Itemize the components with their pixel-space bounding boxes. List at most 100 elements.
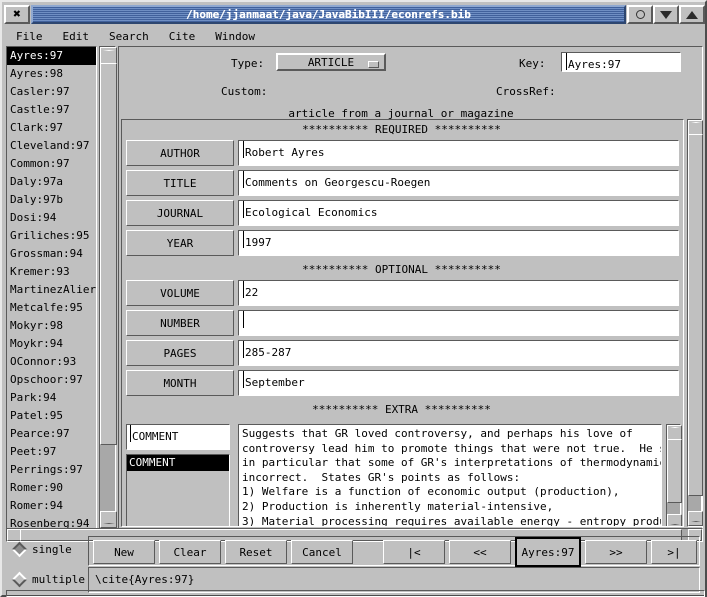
title-strip[interactable]: /home/jjanmaat/java/JavaBibIII/econrefs.… — [31, 5, 626, 24]
menu-edit[interactable]: Edit — [53, 29, 100, 44]
menu-search[interactable]: Search — [99, 29, 159, 44]
field-label-month[interactable]: MONTH — [126, 370, 234, 396]
hscroll-left-button[interactable] — [7, 529, 21, 541]
entry-list-item[interactable]: Romer:94 — [7, 497, 96, 515]
entry-list-scrollbar[interactable] — [99, 46, 116, 529]
field-input-author[interactable]: Robert Ayres — [238, 140, 679, 166]
entry-list-scroll-up-button[interactable] — [100, 47, 117, 64]
entry-list-item[interactable]: Cleveland:97 — [7, 137, 96, 155]
form-scrollbar[interactable] — [687, 119, 702, 527]
mode-radio-single[interactable]: single — [14, 543, 72, 556]
window-minimize-button[interactable] — [653, 5, 679, 24]
field-label-journal[interactable]: JOURNAL — [126, 200, 234, 226]
extra-field-name-input[interactable]: COMMENT — [126, 424, 230, 450]
extra-text-scroll-up-button[interactable] — [667, 425, 682, 440]
entry-list-item[interactable]: Peet:97 — [7, 443, 96, 461]
field-input-title[interactable]: Comments on Georgescu-Roegen — [238, 170, 679, 196]
option-indicator-icon — [368, 61, 379, 68]
entry-list-item[interactable]: Daly:97b — [7, 191, 96, 209]
clear-button[interactable]: Clear — [159, 540, 221, 564]
entry-list-item[interactable]: Griliches:95 — [7, 227, 96, 245]
field-input-month[interactable]: September — [238, 370, 679, 396]
entry-list-item[interactable]: Moykr:94 — [7, 335, 96, 353]
entry-list-item[interactable]: Ayres:97 — [7, 47, 96, 65]
extra-field-list[interactable]: COMMENT — [126, 454, 230, 527]
entry-form-pane: Type: ARTICLE Key: Ayres:97 Custom: Cros… — [118, 46, 703, 529]
extra-text-scrollbar[interactable] — [666, 424, 681, 527]
text-caret — [243, 341, 244, 358]
entry-header: Type: ARTICLE Key: Ayres:97 Custom: Cros… — [121, 49, 681, 117]
triangle-down-icon — [103, 514, 115, 524]
field-label-number[interactable]: NUMBER — [126, 310, 234, 336]
optional-section-header: ********** OPTIONAL ********** — [122, 260, 681, 280]
field-row-year: YEAR 1997 — [122, 230, 681, 258]
field-label-year[interactable]: YEAR — [126, 230, 234, 256]
extra-field-name-value: COMMENT — [132, 430, 178, 443]
nav-current-entry-button[interactable]: Ayres:97 — [515, 537, 581, 567]
entry-list-item[interactable]: Kremer:93 — [7, 263, 96, 281]
extra-field-text-area[interactable]: Suggests that GR loved controversy, and … — [238, 424, 662, 527]
field-row-journal: JOURNAL Ecological Economics — [122, 200, 681, 228]
field-label-pages[interactable]: PAGES — [126, 340, 234, 366]
field-input-pages[interactable]: 285-287 — [238, 340, 679, 366]
form-scroll-down-button[interactable] — [688, 511, 703, 526]
text-caret — [243, 171, 244, 188]
field-label-volume[interactable]: VOLUME — [126, 280, 234, 306]
field-label-title[interactable]: TITLE — [126, 170, 234, 196]
entry-list-item[interactable]: Casler:97 — [7, 83, 96, 101]
window-maximize-button[interactable] — [679, 5, 705, 24]
extra-section-header: ********** EXTRA ********** — [122, 400, 681, 420]
field-input-year[interactable]: 1997 — [238, 230, 679, 256]
menu-file[interactable]: File — [6, 29, 53, 44]
field-input-volume[interactable]: 22 — [238, 280, 679, 306]
entry-list-item[interactable]: Rosenberg:94 — [7, 515, 96, 529]
entry-list-item[interactable]: Clark:97 — [7, 119, 96, 137]
menu-window[interactable]: Window — [205, 29, 265, 44]
window-close-button[interactable]: ✖ — [4, 5, 30, 24]
field-input-number[interactable] — [238, 310, 679, 336]
extra-field-list-item[interactable]: COMMENT — [127, 455, 229, 471]
key-input[interactable]: Ayres:97 — [561, 52, 681, 72]
form-scroll-thumb[interactable] — [688, 134, 703, 496]
extra-text-scroll-thumb[interactable] — [667, 439, 682, 503]
cancel-button[interactable]: Cancel — [291, 540, 353, 564]
entry-list-item[interactable]: OConnor:93 — [7, 353, 96, 371]
mode-radio-multiple[interactable]: multiple — [14, 573, 85, 586]
entry-list-item[interactable]: Castle:97 — [7, 101, 96, 119]
entry-list-item[interactable]: Patel:95 — [7, 407, 96, 425]
entry-list-item[interactable]: Dosi:94 — [7, 209, 96, 227]
entry-list-item[interactable]: Mokyr:98 — [7, 317, 96, 335]
form-scroll-up-button[interactable] — [688, 120, 703, 135]
new-button[interactable]: New — [93, 540, 155, 564]
triangle-up-icon — [691, 122, 701, 131]
nav-prev-button[interactable]: << — [449, 540, 511, 564]
nav-next-button[interactable]: >> — [585, 540, 647, 564]
nav-first-button[interactable]: |< — [383, 540, 445, 564]
entry-list-item[interactable]: Ayres:98 — [7, 65, 96, 83]
field-label-author[interactable]: AUTHOR — [126, 140, 234, 166]
entry-list[interactable]: Ayres:97Ayres:98Casler:97Castle:97Clark:… — [6, 46, 97, 529]
text-caret — [243, 231, 244, 248]
bottom-bar: single multiple New Clear Reset Cancel |… — [6, 531, 703, 595]
entry-list-item[interactable]: Park:94 — [7, 389, 96, 407]
form-scroll-area: ********** REQUIRED ********** AUTHOR Ro… — [121, 119, 684, 527]
field-input-journal[interactable]: Ecological Economics — [238, 200, 679, 226]
reset-button[interactable]: Reset — [225, 540, 287, 564]
entry-list-item[interactable]: Common:97 — [7, 155, 96, 173]
window-shade-button[interactable] — [627, 5, 653, 24]
menu-cite[interactable]: Cite — [159, 29, 206, 44]
nav-last-button[interactable]: >| — [651, 540, 697, 564]
entry-list-item[interactable]: Pearce:97 — [7, 425, 96, 443]
entry-list-item[interactable]: Perrings:97 — [7, 461, 96, 479]
entry-list-item[interactable]: MartinezAlier:9 — [7, 281, 96, 299]
entry-list-item[interactable]: Romer:90 — [7, 479, 96, 497]
triangle-down-icon — [670, 516, 680, 525]
entry-list-item[interactable]: Daly:97a — [7, 173, 96, 191]
entry-list-item[interactable]: Opschoor:97 — [7, 371, 96, 389]
entry-list-item[interactable]: Grossman:94 — [7, 245, 96, 263]
entry-list-scroll-down-button[interactable] — [100, 511, 117, 528]
type-option-menu[interactable]: ARTICLE — [276, 53, 386, 71]
entry-list-scroll-thumb[interactable] — [100, 63, 117, 445]
extra-text-scroll-down-button[interactable] — [667, 514, 682, 527]
entry-list-item[interactable]: Metcalfe:95 — [7, 299, 96, 317]
